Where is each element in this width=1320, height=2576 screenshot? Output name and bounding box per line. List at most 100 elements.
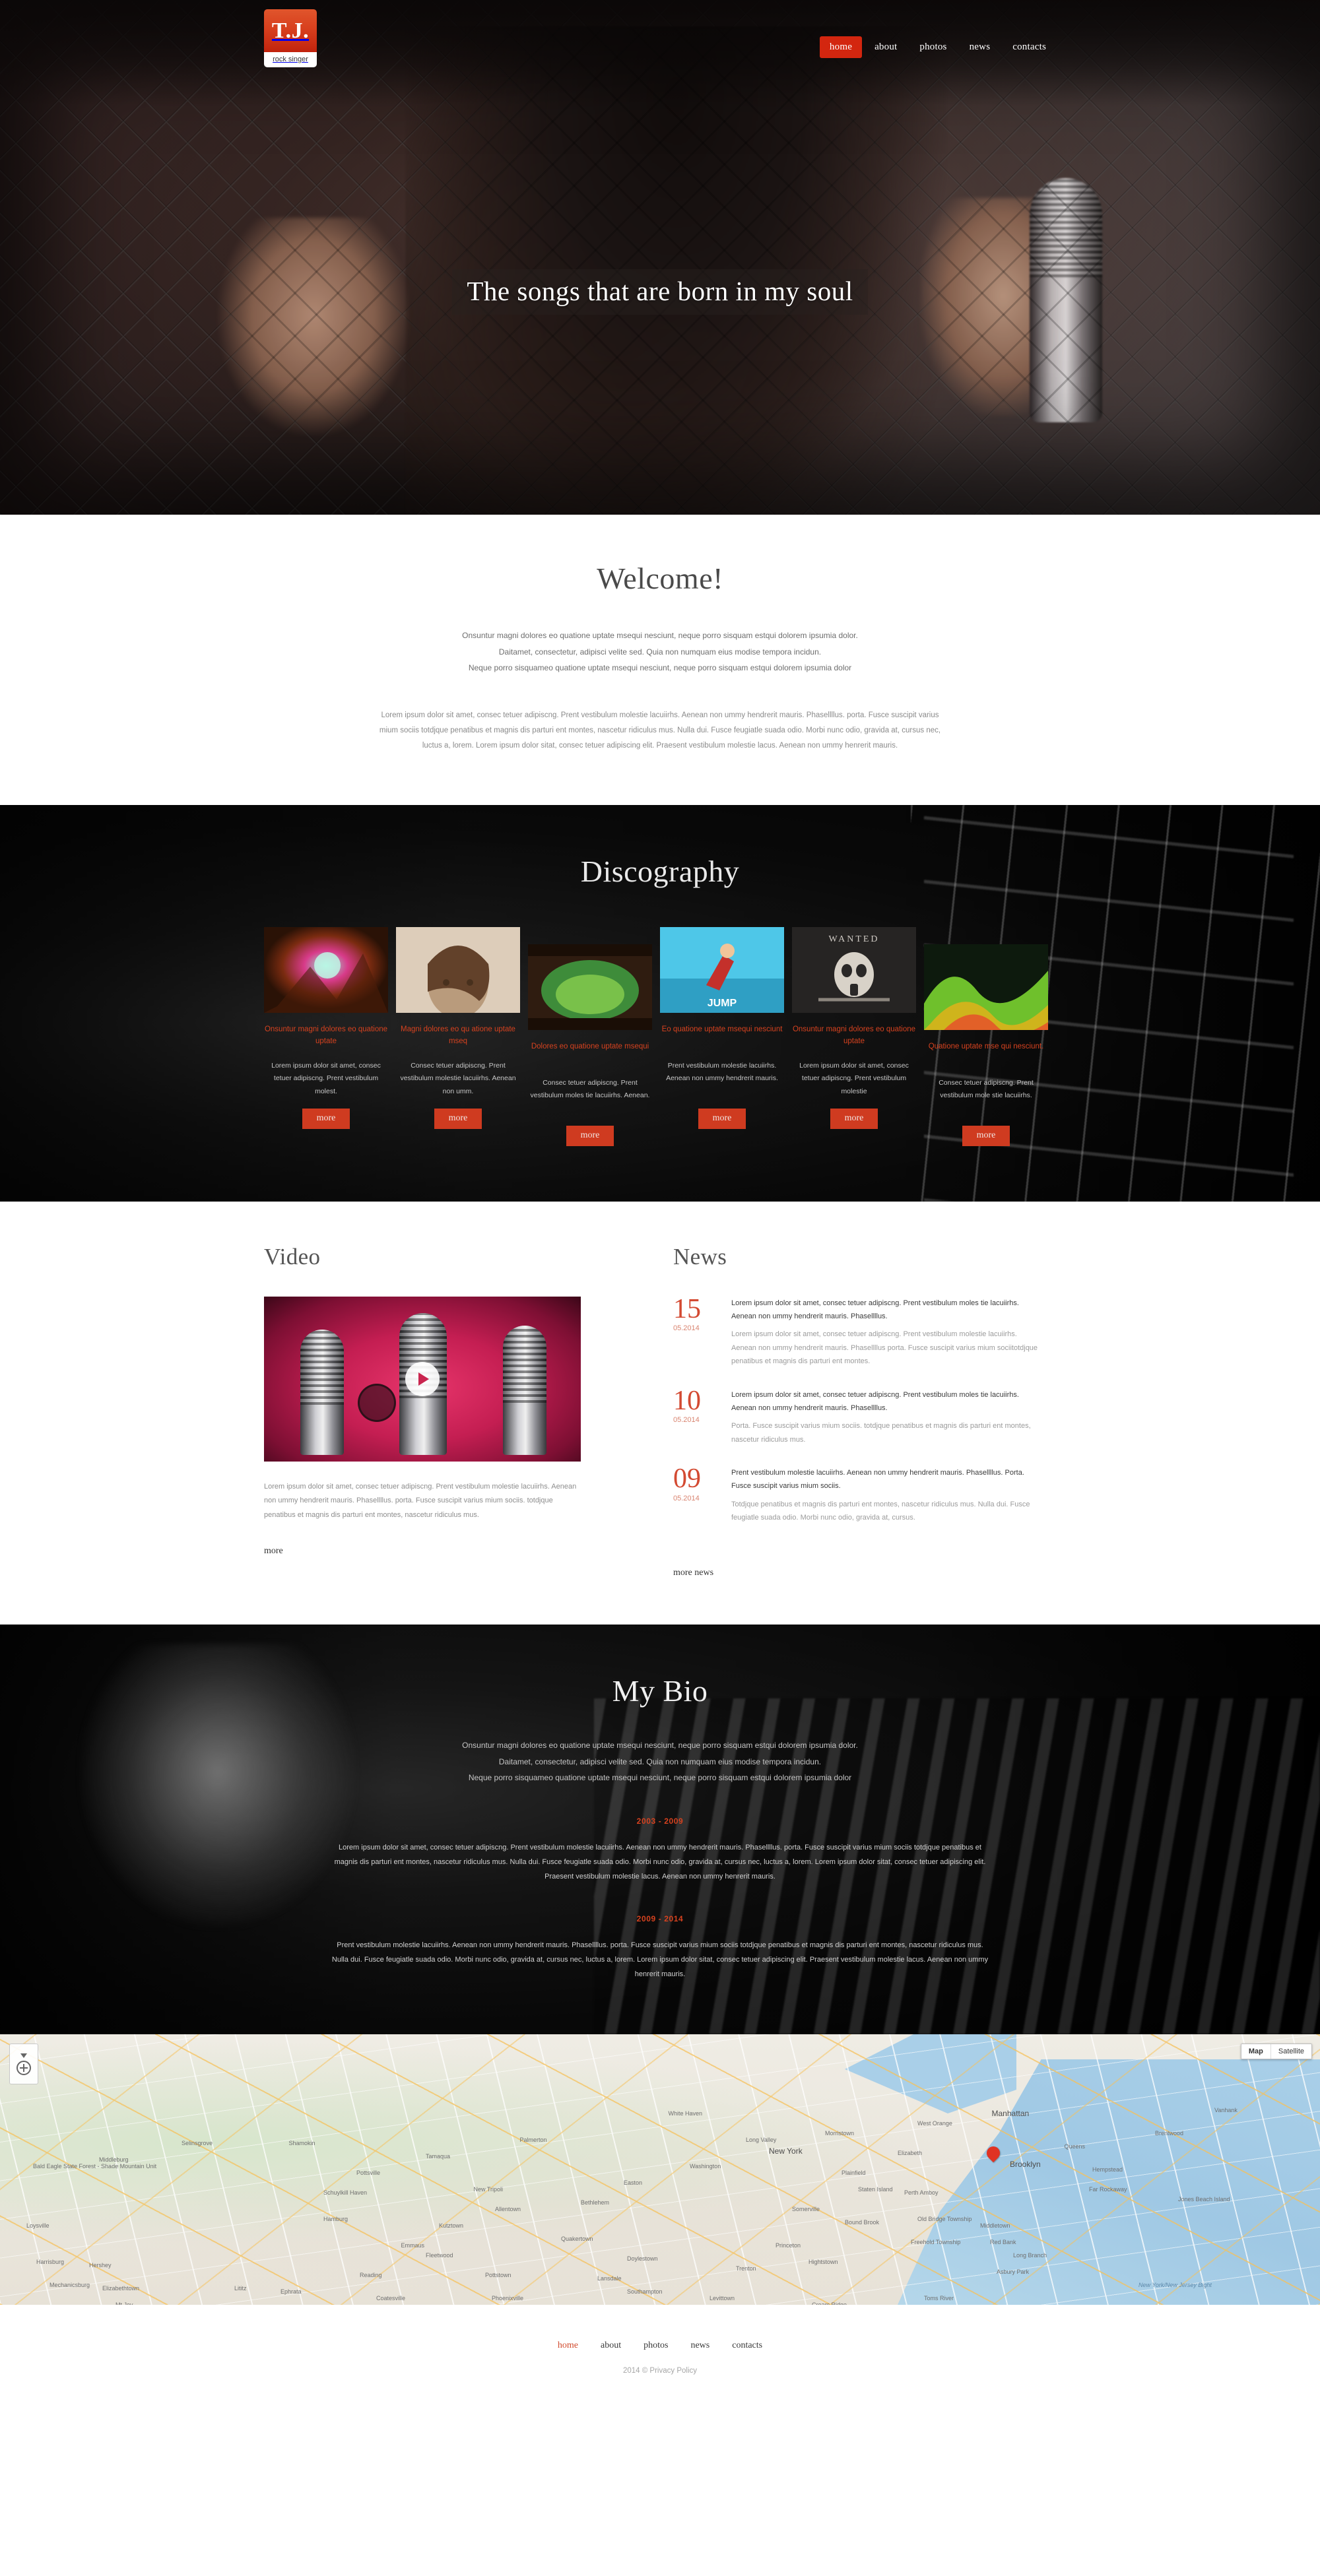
- nav-item-home[interactable]: home: [819, 36, 863, 58]
- map-place-label: Brentwood: [1155, 2130, 1184, 2137]
- nav-item-about[interactable]: about: [865, 36, 907, 58]
- discography-card[interactable]: JUMP Eo quatione uptate msequi nesciunt …: [660, 926, 784, 1146]
- pan-center-icon[interactable]: [16, 2060, 31, 2075]
- footer-nav-news[interactable]: news: [690, 2340, 710, 2351]
- bio-lead-line-2: Daitamet, consectetur, adipisci velite s…: [498, 1756, 822, 1766]
- discography-more-button[interactable]: more: [302, 1109, 350, 1130]
- discography-more-button[interactable]: more: [962, 1125, 1010, 1146]
- map-place-label: Doylestown: [627, 2255, 658, 2263]
- location-map[interactable]: Middleburg Selinsgrove Shamokin Tamaqua Palm…: [0, 2034, 1320, 2305]
- footer-nav-photos[interactable]: photos: [644, 2340, 668, 2351]
- discography-card[interactable]: Magni dolores eo qu atione uptate mseq C…: [396, 926, 520, 1146]
- discography-card-title: Onsuntur magni dolores eo quatione uptat…: [792, 1025, 916, 1045]
- bio-period-years: 2003 - 2009: [636, 1817, 684, 1826]
- pop-filter: [358, 1383, 396, 1422]
- video-more-link[interactable]: more: [264, 1546, 283, 1557]
- album-cover-wanted-skull-icon[interactable]: WANTED: [792, 926, 916, 1013]
- news-item[interactable]: 15 05.2014 Lorem ipsum dolor sit amet, c…: [673, 1295, 1043, 1368]
- discography-card-title: Eo quatione uptate msequi nesciunt: [661, 1025, 783, 1033]
- nav-item-contacts[interactable]: contacts: [1003, 36, 1056, 58]
- discography-card[interactable]: Onsuntur magni dolores eo quatione uptat…: [264, 926, 388, 1146]
- map-place-label: Shamokin: [288, 2140, 315, 2147]
- map-place-label: Somerville: [792, 2206, 820, 2213]
- bio-lead-line-1: Onsuntur magni dolores eo quatione uptat…: [462, 1741, 858, 1751]
- play-icon[interactable]: [405, 1361, 440, 1396]
- discography-section: Discography Onsuntur magni dolores eo qu…: [0, 804, 1320, 1202]
- news-title: News: [673, 1243, 727, 1270]
- album-cover-abstract-icon[interactable]: [924, 944, 1048, 1030]
- welcome-lead: Onsuntur magni dolores eo quatione uptat…: [389, 628, 931, 676]
- discography-more-button[interactable]: more: [566, 1125, 614, 1146]
- welcome-body: Lorem ipsum dolor sit amet, consec tetue…: [379, 711, 941, 750]
- news-month-year: 05.2014: [673, 1416, 700, 1425]
- news-day: 09: [673, 1463, 701, 1494]
- news-date: 10 05.2014: [673, 1387, 719, 1446]
- news-date: 09 05.2014: [673, 1463, 719, 1524]
- footer-nav-contacts[interactable]: contacts: [732, 2340, 762, 2351]
- map-place-label: Plainfield: [842, 2170, 866, 2177]
- map-place-label: Harrisburg: [36, 2259, 65, 2266]
- discography-card-text: Consec tetuer adipiscng. Prent vestibulu…: [530, 1078, 650, 1100]
- discography-title: Discography: [580, 854, 740, 888]
- discography-card[interactable]: WANTED Onsuntur magni dolores eo quation…: [792, 926, 916, 1146]
- discography-more-button[interactable]: more: [434, 1109, 482, 1130]
- news-headline: Lorem ipsum dolor sit amet, consec tetue…: [731, 1299, 1019, 1321]
- news-item[interactable]: 10 05.2014 Lorem ipsum dolor sit amet, c…: [673, 1387, 1043, 1446]
- map-place-label: Emmaus: [401, 2242, 425, 2249]
- discography-more-button[interactable]: more: [698, 1108, 746, 1129]
- map-type-map-button[interactable]: Map: [1241, 2044, 1270, 2059]
- discography-card[interactable]: Quatione uptate mse qui nesciunt. Consec…: [924, 944, 1048, 1146]
- welcome-lead-line-1: Onsuntur magni dolores eo quatione uptat…: [462, 631, 858, 640]
- logo-mark: T.J.: [264, 9, 317, 52]
- discography-card-title: Magni dolores eo qu atione uptate mseq: [401, 1025, 515, 1045]
- album-cover-jump-icon[interactable]: JUMP: [660, 926, 784, 1013]
- footer-nav-about[interactable]: about: [601, 2340, 621, 2351]
- map-place-label: Manhattan: [991, 2108, 1030, 2118]
- map-place-label: Long Valley: [746, 2137, 777, 2144]
- news-excerpt: Lorem ipsum dolor sit amet, consec tetue…: [731, 1330, 1038, 1366]
- map-place-label: Easton: [624, 2179, 643, 2187]
- map-place-label: Staten Island: [858, 2186, 893, 2193]
- pan-up-arrow-icon[interactable]: [20, 2053, 27, 2058]
- map-pan-control[interactable]: [9, 2044, 38, 2085]
- main-navigation[interactable]: home about photos news contacts: [819, 36, 1056, 58]
- map-place-label: Allentown: [495, 2206, 521, 2213]
- discography-card-title: Quatione uptate mse qui nesciunt.: [928, 1042, 1044, 1050]
- discography-more-button[interactable]: more: [830, 1109, 878, 1130]
- map-type-switcher[interactable]: Map Satellite: [1240, 2044, 1312, 2060]
- map-place-label: Morristown: [825, 2130, 855, 2137]
- video-caption: Lorem ipsum dolor sit amet, consec tetue…: [264, 1482, 577, 1519]
- nav-item-photos[interactable]: photos: [909, 36, 956, 58]
- news-excerpt: Totdjque penatibus et magnis dis parturi…: [731, 1500, 1030, 1522]
- news-more-link[interactable]: more news: [673, 1568, 713, 1578]
- news-month-year: 05.2014: [673, 1494, 700, 1502]
- album-cover-landscape-icon[interactable]: [528, 944, 652, 1030]
- location-pin-icon[interactable]: [983, 2143, 1003, 2165]
- site-header: T.J. rock singer home about photos news …: [0, 0, 1320, 106]
- video-player[interactable]: [264, 1296, 581, 1462]
- welcome-lead-line-2: Daitamet, consectetur, adipisci velite s…: [498, 647, 822, 657]
- news-date: 15 05.2014: [673, 1295, 719, 1368]
- discography-card[interactable]: Dolores eo quatione uptate msequi Consec…: [528, 944, 652, 1146]
- map-place-label: Hamburg: [323, 2216, 348, 2223]
- map-place-label: Perth Amboy: [904, 2189, 939, 2197]
- studio-mic-right: [503, 1325, 546, 1455]
- news-item[interactable]: 09 05.2014 Prent vestibulum molestie lac…: [673, 1463, 1043, 1524]
- map-place-label: Loysville: [26, 2222, 50, 2230]
- album-cover-flower-icon[interactable]: [264, 926, 388, 1013]
- discography-card-title: Dolores eo quatione uptate msequi: [531, 1042, 649, 1050]
- map-place-label: Phoenixville: [492, 2295, 524, 2302]
- site-logo[interactable]: T.J. rock singer: [264, 9, 317, 67]
- footer-nav-home[interactable]: home: [558, 2340, 578, 2351]
- discography-card-text: Lorem ipsum dolor sit amet, consec tetue…: [799, 1061, 909, 1095]
- map-place-label: Mechanicsburg: [50, 2282, 90, 2289]
- map-type-satellite-button[interactable]: Satellite: [1270, 2044, 1311, 2059]
- studio-mic-left: [300, 1329, 344, 1455]
- map-place-label: Middletown: [980, 2222, 1010, 2230]
- album-cover-portrait-icon[interactable]: [396, 926, 520, 1013]
- map-place-label: Asbury Park: [997, 2269, 1030, 2276]
- discography-card-text: Consec tetuer adipiscng. Prent vestibulu…: [939, 1078, 1034, 1100]
- map-place-label: New York: [769, 2146, 803, 2156]
- footer-navigation[interactable]: home about photos news contacts: [0, 2340, 1320, 2351]
- nav-item-news[interactable]: news: [960, 36, 1001, 58]
